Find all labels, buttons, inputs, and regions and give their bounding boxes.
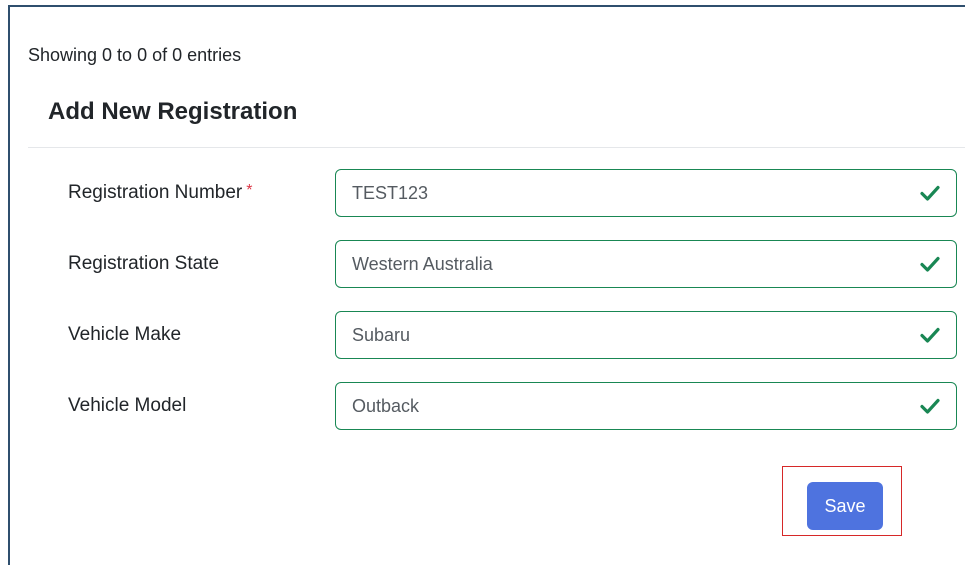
modal-title: Add New Registration	[48, 98, 298, 125]
vehicle-make-label: Vehicle Make	[68, 324, 182, 345]
checkmark-icon	[920, 398, 940, 414]
vehicle-model-input[interactable]	[335, 382, 957, 430]
registration-state-input[interactable]	[335, 240, 957, 288]
form-row-vehicle-model: Vehicle Model	[0, 382, 965, 430]
vehicle-make-input[interactable]	[335, 311, 957, 359]
registration-number-label: Registration Number *	[68, 182, 252, 204]
registration-state-label: Registration State	[68, 253, 220, 274]
checkmark-icon	[920, 185, 940, 201]
registration-number-input[interactable]	[335, 169, 957, 217]
required-star: *	[246, 182, 253, 199]
form-row-vehicle-make: Vehicle Make	[0, 311, 965, 359]
form-row-registration-number: Registration Number *	[0, 169, 965, 217]
vehicle-model-label: Vehicle Model	[68, 395, 187, 416]
header-divider	[28, 147, 965, 148]
registration-number-label-text: Registration Number	[68, 182, 243, 203]
checkmark-icon	[920, 327, 940, 343]
checkmark-icon	[920, 256, 940, 272]
entries-info: Showing 0 to 0 of 0 entries	[28, 45, 242, 65]
form-row-registration-state: Registration State	[0, 240, 965, 288]
save-button[interactable]: Save	[807, 482, 883, 530]
